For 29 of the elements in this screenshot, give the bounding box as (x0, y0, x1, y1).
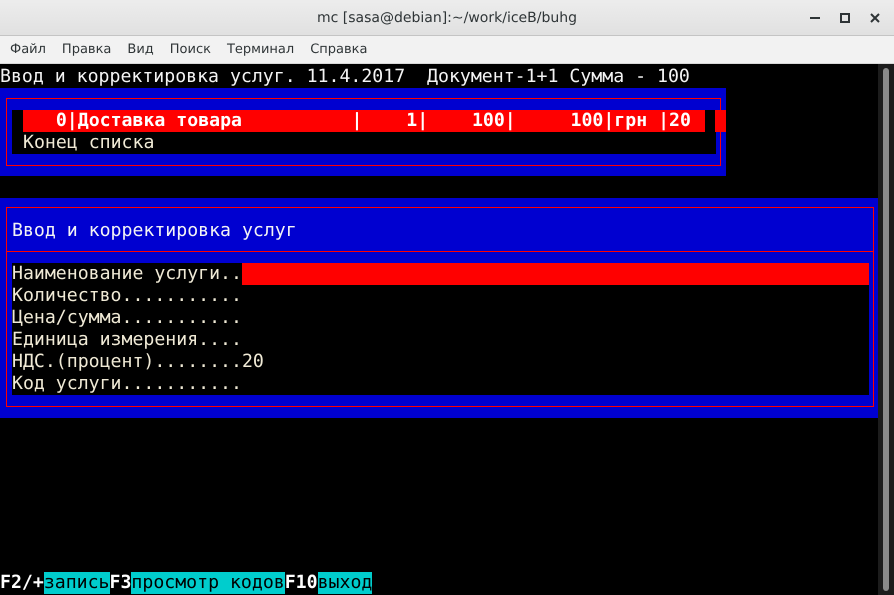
list-row[interactable]: 0|Доставка товара | 1| 100| 100|грн |20 (23, 110, 705, 132)
list-row[interactable]: Конец списка (23, 132, 705, 154)
menu-item[interactable]: Вид (119, 42, 162, 57)
window-title: mc [sasa@debian]:~/work/iceB/buhg (317, 10, 577, 26)
key-action[interactable]: просмотр кодов (131, 572, 285, 594)
key-name: F3 (110, 572, 132, 594)
menu-item[interactable]: Терминал (218, 42, 302, 57)
maximize-icon (840, 13, 850, 23)
menu-item[interactable]: Файл (2, 42, 54, 57)
key-name: F2/+ (0, 572, 44, 594)
header-text: Ввод и корректировка услуг. 11.4.2017 Документ-1+1 Сумма - 100 (0, 66, 691, 88)
field-label: Количество........... (12, 285, 242, 307)
input-field[interactable] (242, 263, 869, 285)
input-field[interactable]: 20 (242, 351, 869, 373)
field-label: Единица измерения.... (12, 329, 242, 351)
key-action[interactable]: выход (318, 572, 372, 594)
menu-item[interactable]: Поиск (162, 42, 219, 57)
form-title: Ввод и корректировка услуг (12, 220, 298, 242)
field-label: Код услуги........... (12, 373, 242, 395)
field-label: Наименование услуги.. (12, 263, 242, 285)
menu-item[interactable]: Справка (302, 42, 376, 57)
key-name: F10 (284, 572, 318, 594)
key-action[interactable]: запись (44, 572, 110, 594)
field-label: НДС.(процент)........ (12, 351, 242, 373)
field-label: Цена/сумма........... (12, 307, 242, 329)
menu-item[interactable]: Правка (54, 42, 120, 57)
minimize-icon (810, 17, 820, 19)
close-icon (870, 13, 880, 23)
scrollbar[interactable] (878, 64, 894, 595)
